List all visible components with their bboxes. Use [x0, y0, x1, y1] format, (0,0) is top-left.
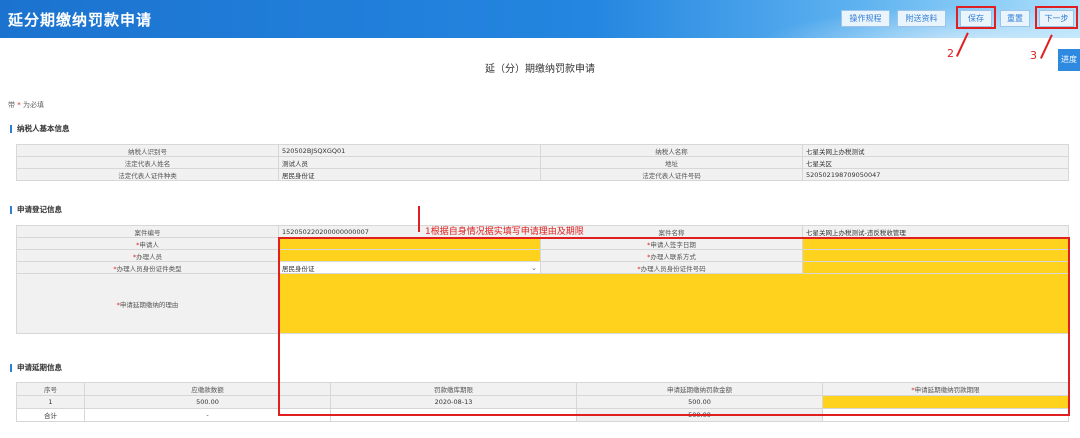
basic-info-table: 纳税人识别号 520502BJSQXGQ01 纳税人名称 七星关网上办税测试 法…	[16, 144, 1069, 181]
case-name-value: 七星关网上办税测试-违反税收管理	[802, 225, 1069, 238]
legal-rep-name-label: 法定代表人姓名	[16, 156, 279, 169]
table-row: 法定代表人证件种类 居民身份证 法定代表人证件号码 52050219870905…	[16, 168, 1069, 181]
app-header: 延分期缴纳罚款申请 操作规程 附送资料 保存 重置 下一步	[0, 0, 1080, 38]
taxpayer-name-label: 纳税人名称	[540, 144, 803, 157]
annotation-arrow-3	[1040, 34, 1053, 59]
section-title-register: 申请登记信息	[10, 206, 62, 214]
procedure-button[interactable]: 操作规程	[841, 10, 890, 27]
taxpayer-id-value: 520502BJSQXGQ01	[278, 144, 541, 157]
handler-label: *办理人员	[16, 249, 279, 262]
handler-id-type-label: *办理人员身份证件类型	[16, 261, 279, 274]
next-step-highlight-box	[1035, 6, 1078, 29]
fill-area-highlight-box	[278, 237, 1070, 416]
progress-button[interactable]: 进度	[1058, 49, 1080, 71]
legal-rep-id-type-label: 法定代表人证件种类	[16, 168, 279, 181]
address-value: 七星关区	[802, 156, 1069, 169]
taxpayer-id-label: 纳税人识别号	[16, 144, 279, 157]
case-no-label: 案件编号	[16, 225, 279, 238]
legal-rep-id-no-label: 法定代表人证件号码	[540, 168, 803, 181]
required-note: 带 * 为必填	[8, 101, 44, 109]
page-title: 延（分）期缴纳罚款申请	[485, 64, 595, 75]
legal-rep-name-value: 测试人员	[278, 156, 541, 169]
address-label: 地址	[540, 156, 803, 169]
reset-button[interactable]: 重置	[1000, 10, 1030, 27]
total-label: 合计	[16, 408, 85, 422]
attachments-button[interactable]: 附送资料	[897, 10, 946, 27]
legal-rep-id-no-value: 520502198709050047	[802, 168, 1069, 181]
table-row: 纳税人识别号 520502BJSQXGQ01 纳税人名称 七星关网上办税测试	[16, 144, 1069, 157]
reason-label: *申请延期缴纳的理由	[16, 273, 279, 334]
applicant-label: *申请人	[16, 237, 279, 250]
row-seq: 1	[16, 395, 85, 409]
annotation-step-1: 1根据自身情况据实填写申请理由及期限	[425, 227, 584, 237]
section-title-extension: 申请延期信息	[10, 364, 62, 372]
app-title: 延分期缴纳罚款申请	[8, 11, 153, 29]
annotation-arrow-1	[418, 206, 420, 232]
section-title-basic: 纳税人基本信息	[10, 125, 70, 133]
taxpayer-name-value: 七星关网上办税测试	[802, 144, 1069, 157]
col-header-seq: 序号	[16, 382, 85, 396]
table-row: 法定代表人姓名 测试人员 地址 七星关区	[16, 156, 1069, 169]
legal-rep-id-type-value: 居民身份证	[278, 168, 541, 181]
annotation-step-2: 2	[947, 47, 954, 60]
save-highlight-box	[956, 6, 996, 29]
